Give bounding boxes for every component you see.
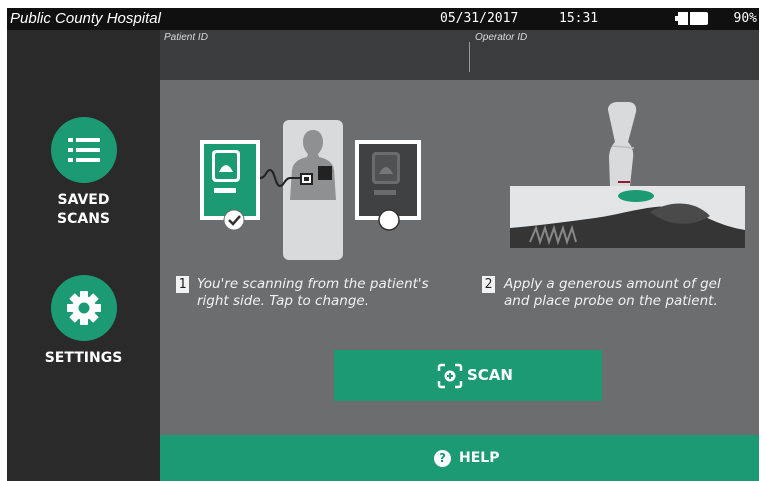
hospital-name: Public County Hospital — [10, 10, 161, 27]
operator-id-field[interactable]: Operator ID — [470, 30, 759, 80]
battery-icon — [675, 12, 708, 25]
help-label: HELP — [459, 450, 500, 466]
scan-button[interactable]: SCAN — [334, 350, 602, 401]
step-1-number: 1 — [176, 276, 189, 293]
gear-icon — [50, 275, 117, 341]
saved-scans-label-line2: SCANS — [57, 211, 110, 227]
probe-gel-illustration — [510, 102, 745, 262]
step-2-number: 2 — [482, 276, 495, 293]
status-bar: Public County Hospital 05/31/2017 15:31 … — [7, 8, 759, 30]
patient-card — [283, 120, 343, 260]
main-panel: 1 You're scanning from the patient's rig… — [160, 80, 759, 435]
help-button[interactable]: ? HELP — [160, 435, 759, 481]
saved-scans-button[interactable]: SAVED SCANS — [7, 117, 160, 229]
step-1-text[interactable]: You're scanning from the patient's right… — [197, 276, 429, 310]
scan-label: SCAN — [467, 366, 513, 384]
sidebar: SAVED SCANS SETTINGS — [7, 30, 160, 481]
left-side-option — [355, 140, 421, 231]
patient-id-label: Patient ID — [164, 32, 208, 43]
status-date: 05/31/2017 — [440, 11, 519, 26]
id-bar: Patient ID Operator ID — [160, 30, 759, 80]
step-2-line2: and place probe on the patient. — [504, 293, 718, 309]
saved-scans-label-line1: SAVED — [57, 192, 110, 208]
settings-label: SETTINGS — [44, 350, 123, 366]
help-icon: ? — [434, 450, 451, 467]
step-2-text: Apply a generous amount of gel and place… — [504, 276, 721, 310]
status-time: 15:31 — [559, 11, 599, 26]
battery-level — [678, 12, 690, 25]
scan-target-icon — [437, 363, 463, 389]
list-icon — [50, 117, 117, 183]
right-side-option-selected — [200, 140, 260, 231]
settings-button[interactable]: SETTINGS — [7, 275, 160, 368]
saved-scans-label: SAVED SCANS — [7, 191, 160, 229]
step-1-line1: You're scanning from the patient's — [197, 276, 429, 292]
device-screen: Public County Hospital 05/31/2017 15:31 … — [7, 8, 759, 481]
operator-id-label: Operator ID — [475, 32, 528, 43]
scan-side-selector[interactable] — [200, 120, 430, 270]
step-1-line2: right side. Tap to change. — [197, 293, 370, 309]
step-2-line1: Apply a generous amount of gel — [504, 276, 721, 292]
battery-percent: 90% — [733, 11, 757, 26]
patient-id-field[interactable]: Patient ID — [160, 30, 469, 80]
